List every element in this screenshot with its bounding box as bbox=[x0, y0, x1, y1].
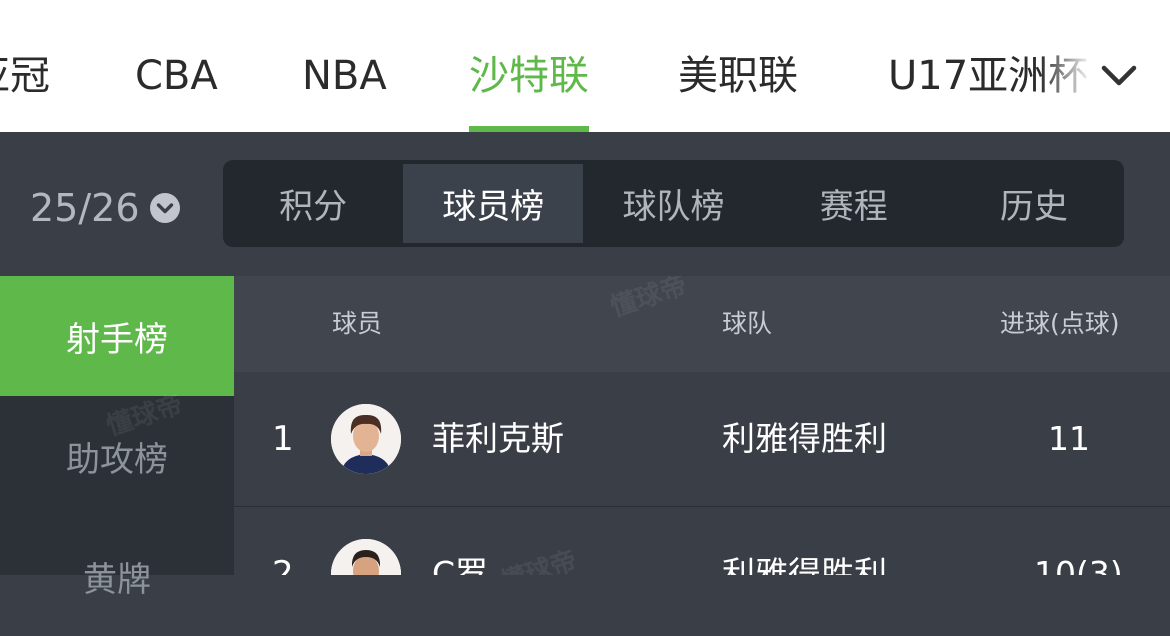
player-photo-icon bbox=[331, 539, 401, 575]
tab-league-4[interactable]: 美职联 bbox=[678, 0, 798, 132]
tab-league-1[interactable]: CBA bbox=[135, 0, 218, 132]
tab-league-3[interactable]: 沙特联 bbox=[469, 0, 589, 132]
tab-label: 美职联 bbox=[678, 53, 798, 99]
active-tab-underline bbox=[469, 126, 589, 132]
column-header-team: 球队 bbox=[722, 309, 773, 338]
team-name: 利雅得胜利 bbox=[722, 554, 887, 575]
tab-league-2[interactable]: NBA bbox=[302, 0, 387, 132]
tab-label: 亚冠 bbox=[0, 53, 50, 99]
sub-tab-group: 积分 球员榜 球队榜 赛程 历史 bbox=[223, 160, 1124, 247]
tab-team-rankings[interactable]: 球队榜 bbox=[583, 160, 763, 247]
tab-league-0[interactable]: 亚冠 bbox=[0, 0, 50, 132]
menu-item-yellow-cards[interactable]: 黄牌 bbox=[0, 516, 234, 636]
chevron-down-icon[interactable] bbox=[1100, 62, 1138, 90]
player-avatar bbox=[331, 539, 401, 575]
player-avatar bbox=[331, 404, 401, 474]
tab-label: NBA bbox=[302, 53, 387, 99]
season-selector[interactable]: 25/26 bbox=[30, 185, 180, 231]
tab-standings[interactable]: 积分 bbox=[223, 160, 403, 247]
team-name: 利雅得胜利 bbox=[722, 419, 887, 458]
chevron-down-circle-icon bbox=[149, 193, 180, 223]
ranking-table: 球员 球队 进球(点球) 1 菲利克斯 利雅得胜利 11 2 C罗 利雅得胜利 … bbox=[234, 276, 1170, 575]
rank: 1 bbox=[272, 419, 294, 459]
player-name: 菲利克斯 bbox=[432, 419, 564, 458]
table-row[interactable]: 1 菲利克斯 利雅得胜利 11 bbox=[234, 372, 1170, 507]
goals-count: 10(3) bbox=[1034, 554, 1123, 575]
player-name: C罗 bbox=[432, 554, 489, 575]
menu-item-top-scorers[interactable]: 射手榜 bbox=[0, 276, 234, 396]
league-tab-bar: 亚冠 CBA NBA 沙特联 美职联 U17亚洲杯 bbox=[0, 0, 1170, 132]
tab-player-rankings[interactable]: 球员榜 bbox=[403, 164, 584, 243]
tab-schedule[interactable]: 赛程 bbox=[764, 160, 944, 247]
column-header-player: 球员 bbox=[332, 309, 383, 338]
table-row[interactable]: 2 C罗 利雅得胜利 10(3) bbox=[234, 507, 1170, 575]
rank: 2 bbox=[272, 554, 294, 575]
column-header-goals: 进球(点球) bbox=[1000, 309, 1120, 338]
tab-history[interactable]: 历史 bbox=[944, 160, 1124, 247]
player-photo-icon bbox=[331, 404, 401, 474]
tab-label: CBA bbox=[135, 53, 218, 99]
table-header: 球员 球队 进球(点球) bbox=[234, 276, 1170, 372]
tab-label: 沙特联 bbox=[469, 53, 589, 99]
goals-count: 11 bbox=[1048, 419, 1090, 458]
season-label: 25/26 bbox=[30, 186, 140, 230]
